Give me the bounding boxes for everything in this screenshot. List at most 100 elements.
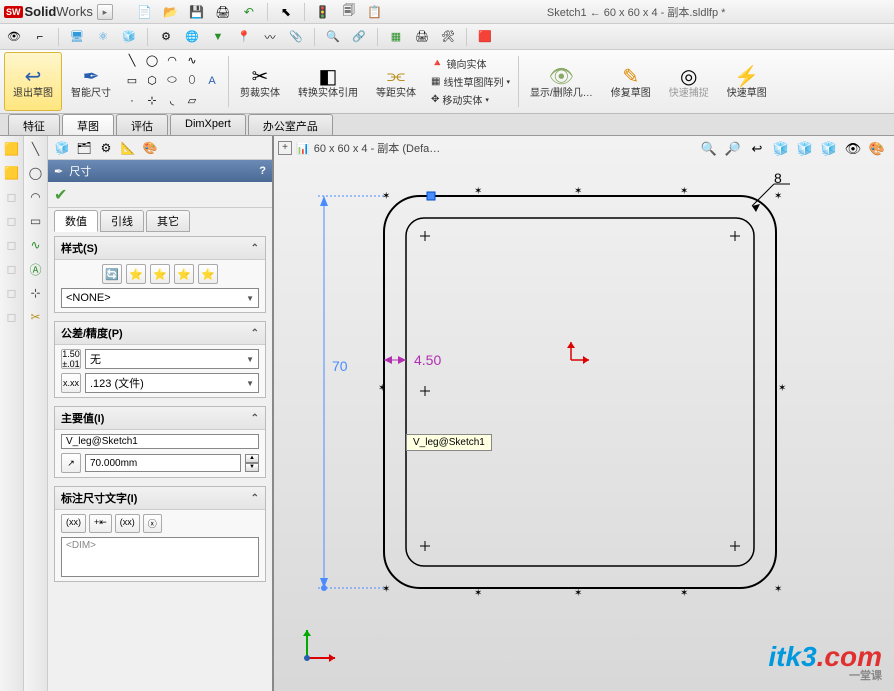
spline-icon[interactable]: ∿	[184, 53, 200, 69]
line2-icon[interactable]: ╲	[27, 140, 45, 158]
wave-icon[interactable]: 〰	[262, 29, 278, 45]
text2-icon[interactable]: Ⓐ	[27, 260, 45, 278]
link-value-icon[interactable]: ↗	[61, 453, 81, 473]
dimxpert-mgr-icon[interactable]: 📐	[120, 140, 136, 156]
ok-check-icon[interactable]: ✔	[54, 185, 67, 205]
tab-features[interactable]: 特征	[8, 114, 60, 135]
suffix-button[interactable]: (xx)	[115, 514, 140, 533]
style-header[interactable]: 样式(S)⌃	[55, 237, 265, 260]
precision-combo[interactable]: .123 (文件)▼	[85, 373, 259, 393]
globe-icon[interactable]: 🌐	[184, 29, 200, 45]
new-file-icon[interactable]: 📄	[137, 4, 153, 20]
style-star-update-icon[interactable]: ⭐	[198, 264, 218, 284]
graphics-area[interactable]: + 📊 60 x 60 x 4 - 副本 (Defa… 🔍 🔎 ↩ 🧊 🧊 🧊 …	[274, 136, 894, 691]
dimension-name-input[interactable]	[61, 434, 259, 449]
dimension-value-input[interactable]	[85, 454, 241, 472]
help-icon[interactable]: ?	[259, 165, 266, 177]
view-orientation-icon[interactable]: 👁	[6, 29, 22, 45]
arc-icon[interactable]: ◠	[164, 53, 180, 69]
network-icon[interactable]: ⚛	[95, 29, 111, 45]
trim-button[interactable]: ✂ 剪裁实体	[231, 52, 289, 111]
dimension-text-area[interactable]: <DIM>	[61, 537, 259, 577]
properties-icon[interactable]: 📋	[367, 4, 383, 20]
dimension-4-50[interactable]: 4.50	[414, 352, 441, 368]
rapid-sketch-button[interactable]: ⚡ 快速草图	[718, 52, 776, 111]
open-file-icon[interactable]: 📂	[163, 4, 179, 20]
feature-tree-icon[interactable]: 🧊	[54, 140, 70, 156]
repair-button[interactable]: ✎ 修复草图	[602, 52, 660, 111]
tolerance-mode-combo[interactable]: 无▼	[85, 349, 259, 369]
cut-revolve-icon[interactable]: ◻	[3, 284, 21, 302]
dimension-8[interactable]: 8	[774, 170, 782, 186]
subtab-other[interactable]: 其它	[146, 210, 190, 232]
cube-icon[interactable]: 🧊	[121, 29, 137, 45]
loft-icon[interactable]: ◻	[3, 212, 21, 230]
tools-icon[interactable]: 🛠	[440, 29, 456, 45]
display-mgr-icon[interactable]: 🎨	[142, 140, 158, 156]
options-icon[interactable]: 🗐	[341, 4, 357, 20]
status-icon[interactable]: 🟥	[477, 29, 493, 45]
line-icon[interactable]: ╲	[124, 53, 140, 69]
undo-icon[interactable]: ↶	[241, 4, 257, 20]
print2-icon[interactable]: 🖨	[414, 29, 430, 45]
print-icon[interactable]: 🖨	[215, 4, 231, 20]
tab-office[interactable]: 办公室产品	[248, 114, 333, 135]
symbol-button[interactable]: ⓧ	[143, 514, 162, 533]
convert-button[interactable]: ◧ 转换实体引用	[289, 52, 367, 111]
monitor-icon[interactable]: 🖥	[69, 29, 85, 45]
hole-icon[interactable]: ◻	[3, 308, 21, 326]
tab-evaluate[interactable]: 评估	[116, 114, 168, 135]
center-text-button[interactable]: (xx)	[61, 514, 86, 533]
linear-pattern-row[interactable]: ▦线性草图阵列▾	[431, 74, 510, 89]
link-icon[interactable]: 🔗	[351, 29, 367, 45]
style-load-icon[interactable]: 🔄	[102, 264, 122, 284]
mirror-row[interactable]: 🔺镜向实体	[431, 56, 510, 71]
style-star-del-icon[interactable]: ⭐	[150, 264, 170, 284]
sweep-icon[interactable]: ◻	[3, 188, 21, 206]
pin-icon[interactable]: 📍	[236, 29, 252, 45]
config-mgr-icon[interactable]: ⚙	[98, 140, 114, 156]
tab-sketch[interactable]: 草图	[62, 114, 114, 135]
tolerance-header[interactable]: 公差/精度(P)⌃	[55, 322, 265, 345]
text-icon[interactable]: A	[204, 73, 220, 89]
fillet-icon[interactable]: ◟	[164, 93, 180, 109]
smart-dimension-button[interactable]: ✒ 智能尺寸	[62, 52, 120, 111]
dimtext-header[interactable]: 标注尺寸文字(I)⌃	[55, 487, 265, 510]
save-icon[interactable]: 💾	[189, 4, 205, 20]
value-spinner[interactable]: ▲▼	[245, 454, 259, 472]
cut-extrude-icon[interactable]: ◻	[3, 260, 21, 278]
move-row[interactable]: ✥移动实体▾	[431, 92, 510, 107]
style-star-save-icon[interactable]: ⭐	[174, 264, 194, 284]
search-icon[interactable]: 🔍	[325, 29, 341, 45]
spline2-icon[interactable]: ∿	[27, 236, 45, 254]
plane-icon[interactable]: ▱	[184, 93, 200, 109]
show-hide-button[interactable]: 👁 显示/删除几…	[521, 52, 602, 111]
style-combo[interactable]: <NONE>▼	[61, 288, 259, 308]
dimension-70[interactable]: 70	[332, 358, 348, 374]
ellipse-icon[interactable]: ⬯	[184, 73, 200, 89]
point2-icon[interactable]: ⊹	[27, 284, 45, 302]
property-mgr-icon[interactable]: 🗂	[76, 140, 92, 156]
boundary-icon[interactable]: ◻	[3, 236, 21, 254]
point-icon[interactable]: ·	[124, 93, 140, 109]
gear-icon[interactable]: ⚙	[158, 29, 174, 45]
circle2-icon[interactable]: ◯	[27, 164, 45, 182]
revolve-icon[interactable]: 🟨	[3, 164, 21, 182]
down-icon[interactable]: ▼	[210, 29, 226, 45]
centerline-icon[interactable]: ⊹	[144, 93, 160, 109]
polygon-icon[interactable]: ⬡	[144, 73, 160, 89]
select-icon[interactable]: ⬉	[278, 4, 294, 20]
extrude-icon[interactable]: 🟨	[3, 140, 21, 158]
arc2-icon[interactable]: ◠	[27, 188, 45, 206]
rect2-icon[interactable]: ▭	[27, 212, 45, 230]
subtab-leaders[interactable]: 引线	[100, 210, 144, 232]
exit-sketch-button[interactable]: ↩ 退出草图	[4, 52, 62, 111]
style-star-add-icon[interactable]: ⭐	[126, 264, 146, 284]
subtab-value[interactable]: 数值	[54, 210, 98, 232]
rebuild-icon[interactable]: 🚦	[315, 4, 331, 20]
slot-icon[interactable]: ⬭	[164, 73, 180, 89]
tab-dimxpert[interactable]: DimXpert	[170, 114, 246, 135]
rectangle-icon[interactable]: ▭	[124, 73, 140, 89]
clip-icon[interactable]: 📎	[288, 29, 304, 45]
quick-snap-button[interactable]: ◎ 快速捕捉	[660, 52, 718, 111]
